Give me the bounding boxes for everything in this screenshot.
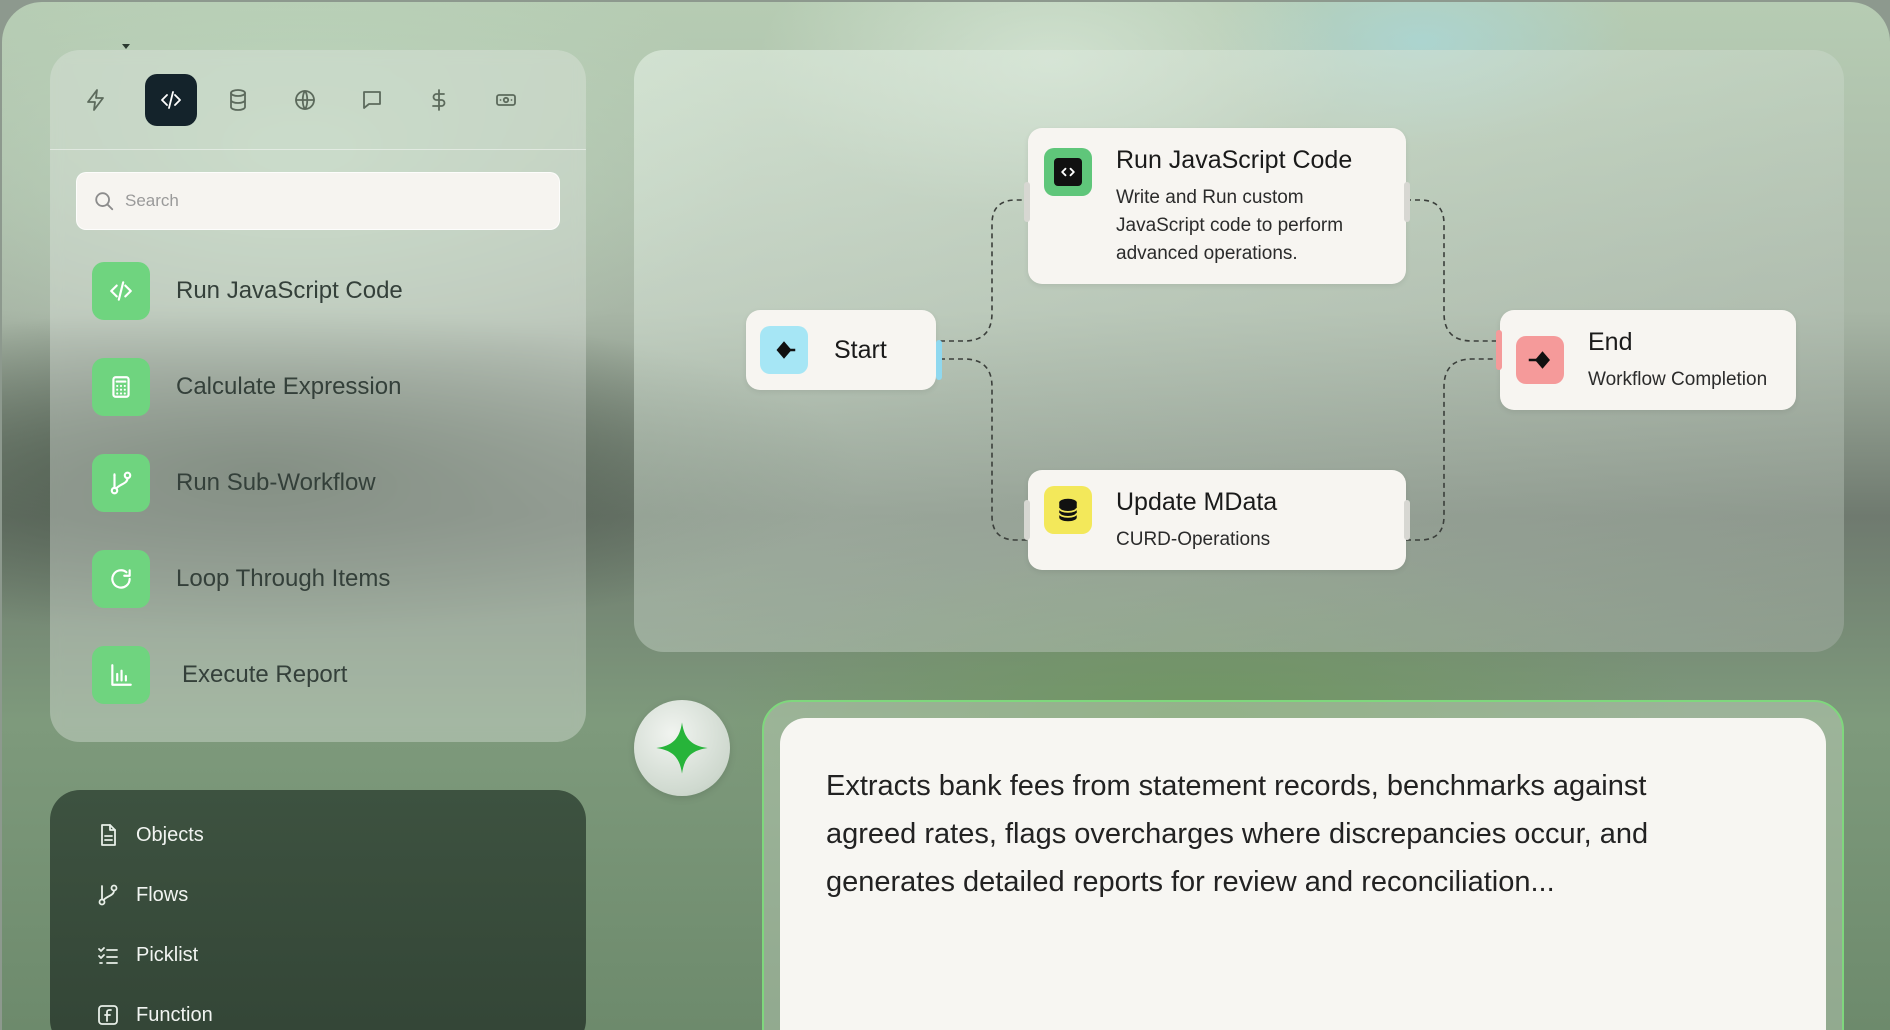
- mdata-output-port[interactable]: [1404, 500, 1410, 540]
- palette-item-label: Execute Report: [182, 661, 348, 688]
- node-description: Workflow Completion: [1588, 369, 1768, 390]
- update-mdata-node[interactable]: Update MData CURD-Operations: [1024, 470, 1410, 570]
- caret-down-icon: [122, 44, 130, 49]
- checklist-icon: [98, 947, 118, 964]
- money-icon[interactable]: [480, 74, 532, 126]
- branch-icon: [92, 454, 150, 512]
- menu-item-picklist[interactable]: Picklist: [96, 940, 198, 970]
- lightning-icon[interactable]: [70, 74, 122, 126]
- globe-icon[interactable]: [279, 74, 331, 126]
- objects-menu: Objects Flows Picklist Function: [50, 790, 586, 1030]
- menu-item-label: Picklist: [136, 943, 199, 966]
- branch-icon: [98, 884, 118, 906]
- menu-item-function[interactable]: Function: [96, 1000, 213, 1030]
- js-input-port[interactable]: [1024, 182, 1030, 222]
- search-box[interactable]: [76, 172, 560, 230]
- palette-item-run-sub-workflow[interactable]: Run Sub-Workflow: [92, 454, 552, 512]
- palette-item-execute-report[interactable]: Execute Report: [92, 646, 552, 704]
- menu-item-label: Flows: [136, 883, 189, 906]
- end-input-port[interactable]: [1496, 330, 1502, 370]
- prompt-text: Extracts bank fees from statement record…: [826, 770, 1649, 898]
- database-icon: [1044, 486, 1092, 534]
- calculator-icon: [92, 358, 150, 416]
- node-description: Write and Run custom JavaScript code to …: [1116, 184, 1343, 268]
- menu-item-flows[interactable]: Flows: [96, 880, 188, 910]
- search-input[interactable]: [125, 191, 525, 211]
- bar-chart-icon: [92, 646, 150, 704]
- node-description-line: advanced operations.: [1116, 243, 1298, 264]
- javascript-node[interactable]: Run JavaScript Code Write and Run custom…: [1024, 128, 1410, 284]
- js-output-port[interactable]: [1404, 182, 1410, 222]
- category-toolbar: [50, 50, 586, 150]
- palette-item-label: Run Sub-Workflow: [176, 469, 376, 496]
- code-icon: [1044, 148, 1092, 196]
- start-node[interactable]: Start: [746, 310, 942, 390]
- node-title: Run JavaScript Code: [1116, 146, 1353, 174]
- palette-item-label: Run JavaScript Code: [176, 277, 403, 304]
- menu-item-label: Objects: [136, 823, 204, 846]
- node-description-line: JavaScript code to perform: [1116, 215, 1344, 236]
- sparkle-icon: [656, 722, 708, 774]
- dollar-icon[interactable]: [413, 74, 465, 126]
- code-icon: [92, 262, 150, 320]
- menu-item-label: Function: [136, 1003, 213, 1026]
- mdata-input-port[interactable]: [1024, 500, 1030, 540]
- app-frame: Run JavaScript Code Calculate Expression…: [2, 2, 1890, 1030]
- node-palette: Run JavaScript Code Calculate Expression…: [50, 44, 586, 742]
- prompt-panel[interactable]: Extracts bank fees from statement record…: [780, 718, 1826, 1030]
- palette-item-label: Loop Through Items: [176, 565, 391, 592]
- workflow-canvas[interactable]: Start Run JavaScript Code Write and Run …: [634, 50, 1844, 652]
- node-description: CURD-Operations: [1116, 529, 1271, 550]
- node-title: Start: [834, 336, 887, 364]
- code-icon[interactable]: [145, 74, 197, 126]
- function-icon: [98, 1005, 118, 1025]
- palette-item-label: Calculate Expression: [176, 373, 402, 400]
- menu-item-objects[interactable]: Objects: [96, 820, 204, 850]
- palette-item-calculate-expression[interactable]: Calculate Expression: [92, 358, 552, 416]
- start-icon: [760, 326, 808, 374]
- end-node[interactable]: End Workflow Completion: [1496, 310, 1796, 410]
- database-icon[interactable]: [212, 74, 264, 126]
- node-title: End: [1588, 328, 1633, 356]
- search-icon: [95, 192, 114, 211]
- start-output-port[interactable]: [936, 340, 942, 380]
- refresh-icon: [92, 550, 150, 608]
- chat-icon[interactable]: [346, 74, 398, 126]
- end-icon: [1516, 336, 1564, 384]
- palette-item-run-javascript[interactable]: Run JavaScript Code: [92, 262, 552, 320]
- document-icon: [101, 824, 116, 846]
- palette-item-loop-through-items[interactable]: Loop Through Items: [92, 550, 552, 608]
- node-title: Update MData: [1116, 488, 1278, 516]
- node-description-line: Write and Run custom: [1116, 187, 1304, 208]
- ai-sparkle-button[interactable]: [634, 700, 730, 796]
